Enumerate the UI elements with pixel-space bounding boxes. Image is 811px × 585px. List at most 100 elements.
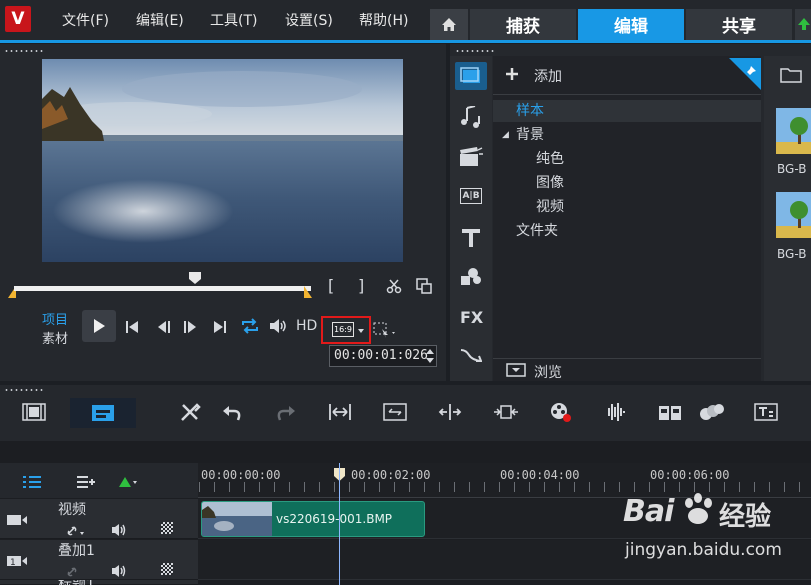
motion-path-category-button[interactable]: [460, 347, 483, 369]
graphic-category-button[interactable]: [460, 267, 482, 291]
previous-frame-button[interactable]: [156, 319, 172, 338]
watermark-brand: Bai: [623, 494, 674, 529]
tab-share[interactable]: 共享: [686, 9, 792, 40]
audio-wave-icon: [608, 403, 625, 421]
zoom-fit-button[interactable]: [381, 398, 409, 426]
timeline-view-button[interactable]: [70, 398, 136, 428]
checkerboard-icon[interactable]: [161, 522, 173, 534]
menu-edit[interactable]: 编辑(E): [136, 10, 184, 30]
video-clip[interactable]: vs220619-001.BMP: [201, 501, 425, 537]
redo-icon: [277, 406, 295, 421]
display-mode-button[interactable]: [373, 322, 397, 342]
menu-help[interactable]: 帮助(H): [359, 10, 408, 30]
link-button[interactable]: [66, 522, 86, 541]
library-item-image[interactable]: 图像: [493, 172, 761, 194]
go-to-end-button[interactable]: [213, 319, 227, 338]
clip-mode-label[interactable]: 素材: [42, 328, 68, 347]
mark-in-button[interactable]: [: [328, 276, 334, 295]
thumbnail-label: BG-B: [777, 247, 807, 261]
menu-file[interactable]: 文件(F): [62, 10, 109, 30]
chevron-down-icon[interactable]: [358, 329, 364, 333]
redo-button[interactable]: [272, 398, 300, 426]
enlarge-preview-button[interactable]: [416, 278, 432, 298]
add-list-icon: [77, 476, 95, 488]
media-category-button[interactable]: [455, 62, 487, 90]
multi-camera-button[interactable]: [656, 398, 684, 426]
track-manager-button[interactable]: [22, 474, 42, 493]
library-thumbnail[interactable]: [776, 108, 811, 154]
library-item-folder[interactable]: 文件夹: [493, 220, 761, 242]
link-icon: [67, 526, 84, 536]
motion-tracking-button[interactable]: [698, 398, 726, 426]
speaker-icon: [112, 565, 126, 577]
project-mode-label[interactable]: 项目: [42, 309, 68, 328]
tab-upload[interactable]: [795, 9, 811, 40]
checkerboard-icon[interactable]: [161, 563, 173, 575]
tools-button[interactable]: [176, 398, 204, 426]
play-icon: [94, 319, 105, 333]
panel-grip[interactable]: [455, 49, 495, 53]
aspect-ratio-button[interactable]: 16:9: [332, 322, 354, 337]
play-button[interactable]: [82, 310, 116, 342]
library-item-solid-color[interactable]: 纯色: [493, 148, 761, 170]
split-clip-button[interactable]: [386, 278, 402, 298]
transition-category-button[interactable]: A|B: [460, 188, 482, 204]
watermark-url: jingyan.baidu.com: [625, 540, 782, 560]
speaker-icon: [112, 524, 126, 536]
chapter-marker-button[interactable]: [118, 474, 138, 493]
menu-tools[interactable]: 工具(T): [210, 10, 257, 30]
fit-project-button[interactable]: [326, 398, 354, 426]
library-thumbnail[interactable]: [776, 192, 811, 238]
subtitle-editor-button[interactable]: [752, 398, 780, 426]
filmstrip-icon: [22, 403, 46, 421]
next-frame-button[interactable]: [182, 319, 198, 338]
transition-icon: A|B: [462, 191, 480, 201]
panel-grip[interactable]: [4, 49, 44, 53]
divider: [493, 94, 761, 95]
browse-button[interactable]: 浏览: [534, 362, 562, 382]
timecode-display[interactable]: 00:00:01:026: [329, 345, 437, 367]
tab-capture[interactable]: 捕获: [470, 9, 576, 40]
skip-start-icon: [126, 321, 138, 333]
hd-preview-toggle[interactable]: HD: [296, 318, 317, 334]
title-category-button[interactable]: [461, 228, 481, 252]
tree-thumbnail-image: [776, 192, 811, 238]
clip-name: vs220619-001.BMP: [276, 512, 393, 526]
scrub-bar[interactable]: [14, 286, 311, 291]
add-track-button[interactable]: [76, 474, 96, 493]
go-to-start-button[interactable]: [125, 319, 139, 338]
menu-settings[interactable]: 设置(S): [285, 10, 333, 30]
app-logo: V: [5, 6, 31, 32]
track-volume-button[interactable]: [111, 522, 129, 541]
import-folder-button[interactable]: [780, 66, 802, 88]
filter-category-button[interactable]: FX: [460, 308, 483, 327]
scrubber-thumb[interactable]: [188, 270, 202, 284]
library-item-background[interactable]: 背景: [493, 124, 761, 146]
svg-text:1: 1: [10, 558, 16, 568]
panel-grip[interactable]: [4, 388, 44, 392]
lake-preview-image: [42, 59, 403, 262]
playhead-line[interactable]: [339, 463, 340, 585]
record-capture-button[interactable]: [547, 398, 575, 426]
tab-edit[interactable]: 编辑: [578, 9, 684, 40]
mark-out-button[interactable]: ]: [358, 276, 364, 295]
home-button[interactable]: [430, 9, 468, 40]
split-track-button[interactable]: [436, 398, 464, 426]
undo-button[interactable]: [218, 398, 246, 426]
ripple-edit-button[interactable]: [492, 398, 520, 426]
sound-mixer-button[interactable]: [601, 398, 629, 426]
library-item-samples[interactable]: 样本: [493, 100, 761, 122]
instant-project-button[interactable]: [459, 147, 483, 171]
volume-button[interactable]: [268, 317, 288, 339]
dotted-frame-icon: [373, 322, 395, 338]
undo-icon: [223, 406, 241, 421]
mode-accent-line: [0, 40, 811, 43]
repeat-button[interactable]: [240, 317, 260, 339]
add-label[interactable]: 添加: [534, 66, 562, 86]
plus-icon: [506, 68, 518, 80]
library-item-video[interactable]: 视频: [493, 196, 761, 218]
audio-category-button[interactable]: [459, 105, 483, 132]
add-folder-button[interactable]: [505, 66, 519, 85]
timecode-stepper[interactable]: [425, 347, 435, 369]
storyboard-view-button[interactable]: [20, 398, 48, 426]
